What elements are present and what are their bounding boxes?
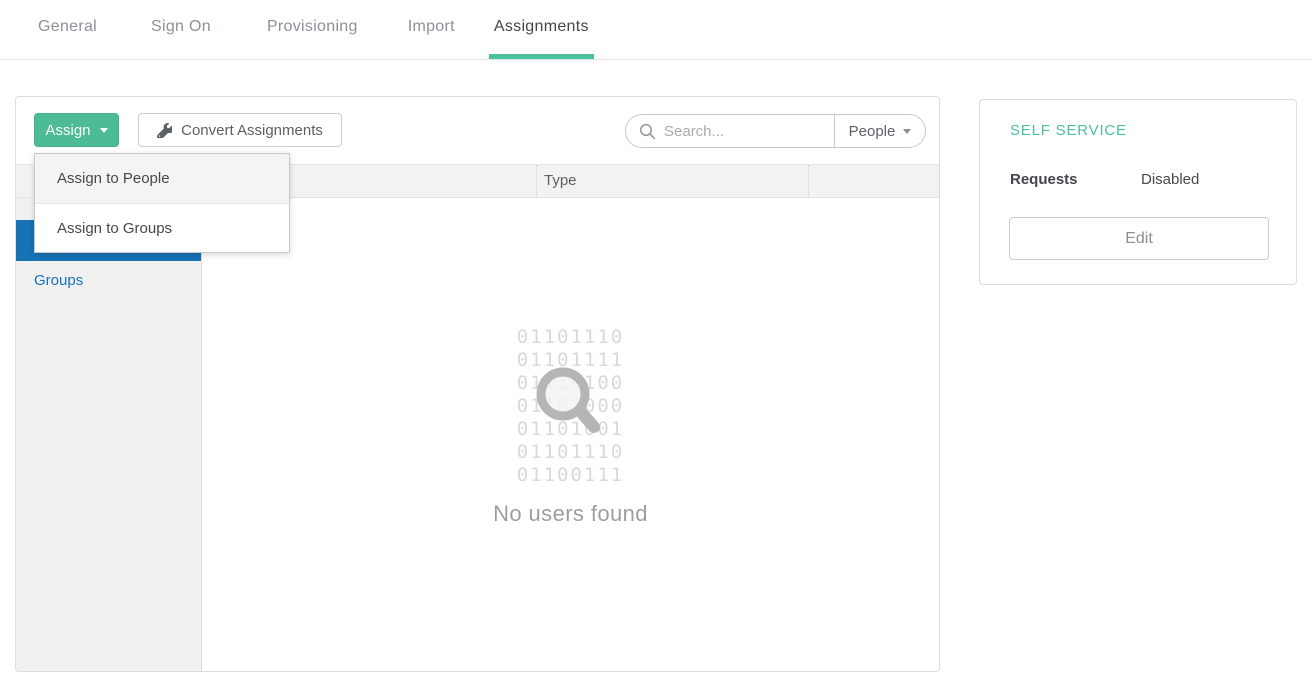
binary-line: 01100111 <box>202 464 939 487</box>
wrench-icon <box>157 123 172 138</box>
assign-button-label: Assign <box>45 122 90 139</box>
tab-assignments[interactable]: Assignments <box>489 0 594 59</box>
convert-assignments-button[interactable]: Convert Assignments <box>138 113 342 147</box>
self-service-panel: SELF SERVICE Requests Disabled Edit <box>979 99 1297 285</box>
app-assignments-page: General Sign On Provisioning Import Assi… <box>0 0 1312 686</box>
requests-label: Requests <box>1010 171 1078 188</box>
filter-sidebar: Groups <box>16 198 202 671</box>
caret-down-icon <box>903 129 911 134</box>
tab-general[interactable]: General <box>33 0 102 59</box>
assign-dropdown-menu: Assign to People Assign to Groups <box>34 153 290 253</box>
assign-button[interactable]: Assign <box>34 113 119 147</box>
menu-item-assign-to-groups[interactable]: Assign to Groups <box>35 203 289 252</box>
column-header-type: Type <box>544 165 577 197</box>
empty-state-message: No users found <box>202 501 939 527</box>
tab-provisioning[interactable]: Provisioning <box>262 0 363 59</box>
sidebar-item-groups[interactable]: Groups <box>16 261 201 301</box>
column-divider <box>808 165 809 197</box>
empty-state: 01101110 01101111 01110100 01101000 0110… <box>202 326 939 527</box>
search-section <box>626 115 834 147</box>
tab-import[interactable]: Import <box>403 0 460 59</box>
assignments-panel: Assign Convert Assignments <box>15 96 940 672</box>
search-input[interactable] <box>664 123 834 140</box>
menu-item-assign-to-people[interactable]: Assign to People <box>35 154 289 203</box>
requests-status-value: Disabled <box>1141 171 1199 188</box>
binary-line: 01101110 <box>202 326 939 349</box>
search-scope-label: People <box>849 123 896 140</box>
tab-bar: General Sign On Provisioning Import Assi… <box>0 0 1312 60</box>
search-icon <box>639 123 656 140</box>
column-divider <box>536 165 537 197</box>
self-service-title: SELF SERVICE <box>1010 122 1127 139</box>
magnifier-icon <box>518 356 608 456</box>
edit-button[interactable]: Edit <box>1009 217 1269 260</box>
convert-assignments-label: Convert Assignments <box>181 122 323 139</box>
search-scope-dropdown[interactable]: People <box>834 115 925 147</box>
requests-row: Requests Disabled <box>1010 171 1078 188</box>
caret-down-icon <box>100 128 108 133</box>
tab-sign-on[interactable]: Sign On <box>146 0 216 59</box>
search-group: People <box>625 114 926 148</box>
